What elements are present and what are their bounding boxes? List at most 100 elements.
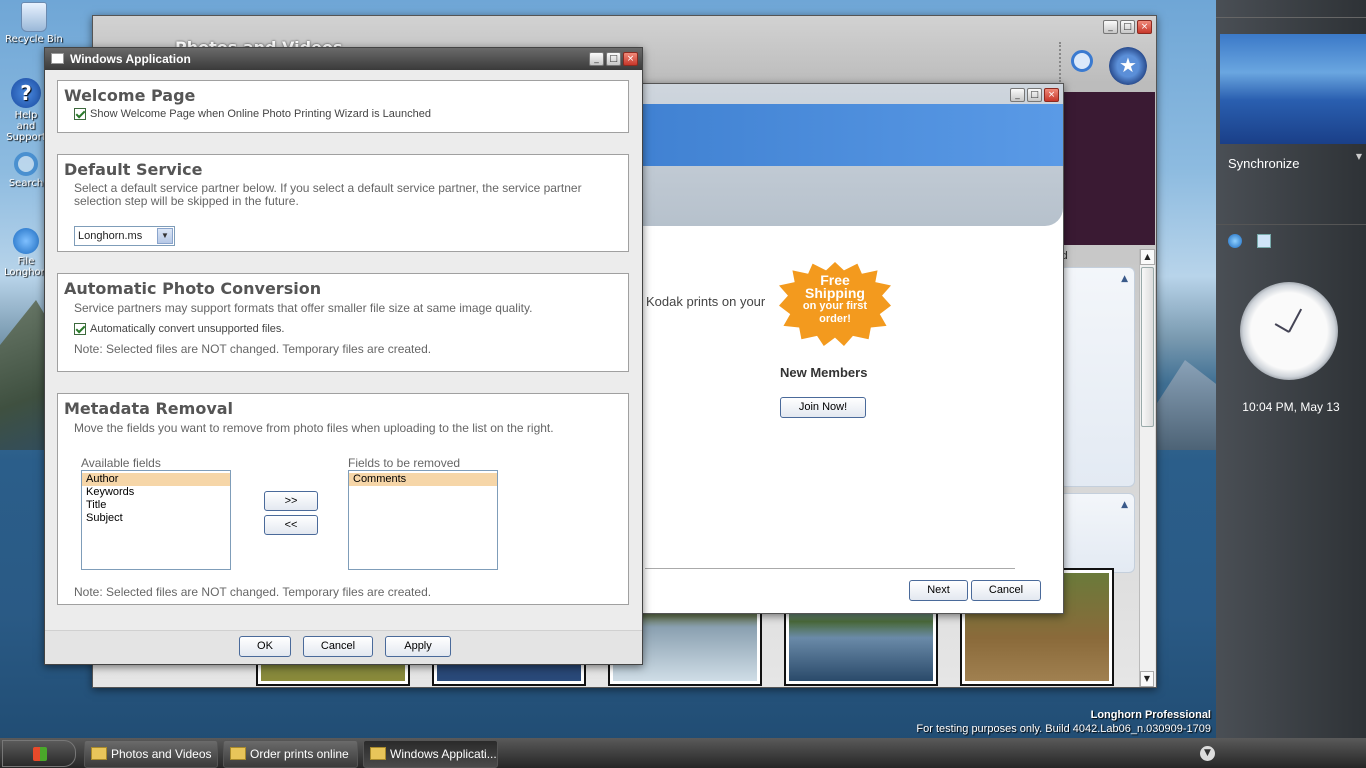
- selected-value: Longhorn.ms: [78, 230, 143, 242]
- search-icon[interactable]: [1071, 50, 1093, 72]
- section-heading: Metadata Removal: [64, 399, 234, 418]
- list-item[interactable]: Title: [82, 499, 230, 512]
- section-description: Service partners may support formats tha…: [74, 301, 533, 315]
- scroll-up-icon[interactable]: ▲: [1140, 249, 1155, 265]
- preview-pane: [1061, 92, 1155, 245]
- scroll-thumb[interactable]: [1141, 267, 1154, 427]
- chevron-down-icon[interactable]: ▼: [1200, 746, 1215, 761]
- maximize-button[interactable]: □: [1120, 20, 1135, 34]
- taskbar-item[interactable]: Windows Applicati...: [363, 740, 498, 768]
- clock-text: 10:04 PM, May 13: [1242, 400, 1340, 414]
- list-item[interactable]: Comments: [349, 473, 497, 486]
- scroll-down-icon[interactable]: ▼: [1140, 671, 1154, 687]
- build-watermark: Longhorn Professional For testing purpos…: [916, 708, 1211, 736]
- taskbar-item[interactable]: Order prints online: [223, 740, 358, 768]
- service-select[interactable]: Longhorn.ms ▼: [74, 226, 175, 246]
- group-panel: ▲: [1059, 267, 1135, 487]
- folder-icon: [230, 747, 246, 760]
- browser-icon[interactable]: [1228, 234, 1242, 248]
- windows-application-dialog[interactable]: Windows Application _ □ × Welcome Page S…: [44, 47, 643, 665]
- app-icon: [51, 53, 64, 64]
- minimize-button[interactable]: _: [589, 52, 604, 66]
- analog-clock: [1240, 282, 1338, 380]
- cancel-button[interactable]: Cancel: [303, 636, 373, 657]
- section-description: Move the fields you want to remove from …: [74, 421, 554, 435]
- close-button[interactable]: ×: [1044, 88, 1059, 102]
- promo-text: Kodak prints on your: [646, 294, 766, 309]
- close-button[interactable]: ×: [1137, 20, 1152, 34]
- desktop-icon-search[interactable]: Search: [4, 152, 48, 189]
- photos-icon: [91, 747, 107, 760]
- search-icon: [14, 152, 38, 176]
- synchronize-label[interactable]: Synchronize: [1228, 156, 1300, 171]
- convert-checkbox-row[interactable]: Automatically convert unsupported files.: [58, 315, 628, 336]
- desktop-icon-label: Help and Support: [6, 110, 46, 143]
- header-band: [601, 104, 1063, 166]
- section-heading: Default Service: [64, 160, 203, 179]
- slideshow-tile[interactable]: [1220, 34, 1366, 144]
- join-now-button[interactable]: Join Now!: [780, 397, 866, 418]
- section-note: Note: Selected files are NOT changed. Te…: [74, 342, 432, 357]
- list-item[interactable]: Author: [82, 473, 230, 486]
- welcome-checkbox[interactable]: [74, 108, 86, 121]
- section-note: Note: Selected files are NOT changed. Te…: [74, 585, 432, 599]
- edition-label: Longhorn Professional: [1090, 709, 1211, 721]
- taskbar-item-label: Order prints online: [250, 747, 349, 761]
- order-prints-window[interactable]: _ □ × Kodak prints on your Free Shipping…: [600, 83, 1064, 614]
- desktop-icon-help[interactable]: ? Help and Support: [4, 78, 48, 143]
- start-button[interactable]: [2, 740, 76, 767]
- metadata-removal-section: Metadata Removal Move the fields you wan…: [57, 393, 629, 605]
- section-description: Select a default service partner below. …: [74, 181, 582, 208]
- welcome-checkbox-row[interactable]: Show Welcome Page when Online Photo Prin…: [58, 108, 628, 121]
- welcome-section: Welcome Page Show Welcome Page when Onli…: [57, 80, 629, 133]
- desktop-icon-recycle-bin[interactable]: Recycle Bin: [4, 2, 64, 45]
- badge-line: Shipping: [805, 285, 865, 301]
- sidebar: Synchronize ▼ 10:04 PM, May 13: [1216, 0, 1366, 740]
- scrollbar[interactable]: ▲ ▼: [1139, 249, 1155, 687]
- windows-logo-icon: [33, 747, 47, 761]
- available-fields-list[interactable]: Author Keywords Title Subject: [81, 470, 231, 570]
- minimize-button[interactable]: _: [1103, 20, 1118, 34]
- checkbox-label: Show Welcome Page when Online Photo Prin…: [90, 108, 431, 120]
- taskbar-item-label: Photos and Videos: [111, 747, 212, 761]
- section-heading: Automatic Photo Conversion: [64, 279, 322, 298]
- maximize-button[interactable]: □: [1027, 88, 1042, 102]
- window-controls: _ □ ×: [589, 52, 638, 66]
- tile-menu-icon[interactable]: ▼: [1356, 152, 1362, 161]
- badge-line: on your first: [802, 300, 868, 312]
- group-panel: ▲: [1059, 493, 1135, 573]
- checkbox-label: Automatically convert unsupported files.: [90, 323, 285, 335]
- favorites-star-icon[interactable]: ★: [1109, 47, 1147, 85]
- chevron-down-icon[interactable]: ▼: [157, 228, 173, 244]
- close-button[interactable]: ×: [623, 52, 638, 66]
- default-service-section: Default Service Select a default service…: [57, 154, 629, 252]
- free-shipping-badge: Free Shipping on your first order!: [779, 262, 891, 346]
- desktop-icon-label: File Longhorn: [4, 256, 48, 278]
- list-item[interactable]: Subject: [82, 512, 230, 525]
- minimize-button[interactable]: _: [1010, 88, 1025, 102]
- window-icon[interactable]: [1257, 234, 1271, 248]
- desktop-icon-file-longhorn[interactable]: File Longhorn: [4, 228, 48, 278]
- clock-hand: [1288, 308, 1303, 333]
- ok-button[interactable]: OK: [239, 636, 291, 657]
- desktop-icon-label: Search: [8, 178, 44, 189]
- collapse-icon[interactable]: ▲: [1121, 500, 1128, 510]
- maximize-button[interactable]: □: [606, 52, 621, 66]
- next-button[interactable]: Next: [909, 580, 968, 601]
- add-field-button[interactable]: >>: [264, 491, 318, 511]
- title-bar[interactable]: Windows Application _ □ ×: [45, 48, 642, 70]
- fields-to-remove-label: Fields to be removed: [348, 456, 461, 470]
- remove-field-button[interactable]: <<: [264, 515, 318, 535]
- apply-button[interactable]: Apply: [385, 636, 451, 657]
- collapse-icon[interactable]: ▲: [1121, 274, 1128, 284]
- fields-to-remove-list[interactable]: Comments: [348, 470, 498, 570]
- taskbar-item[interactable]: Photos and Videos: [84, 740, 218, 768]
- taskbar-item-label: Windows Applicati...: [390, 747, 497, 761]
- clock-hand: [1274, 323, 1290, 333]
- cancel-button[interactable]: Cancel: [971, 580, 1041, 601]
- list-item[interactable]: Keywords: [82, 486, 230, 499]
- window-controls: _ □ ×: [1103, 20, 1152, 34]
- convert-checkbox[interactable]: [74, 323, 86, 336]
- section-heading: Welcome Page: [64, 86, 196, 105]
- dialog-title: Windows Application: [70, 52, 191, 66]
